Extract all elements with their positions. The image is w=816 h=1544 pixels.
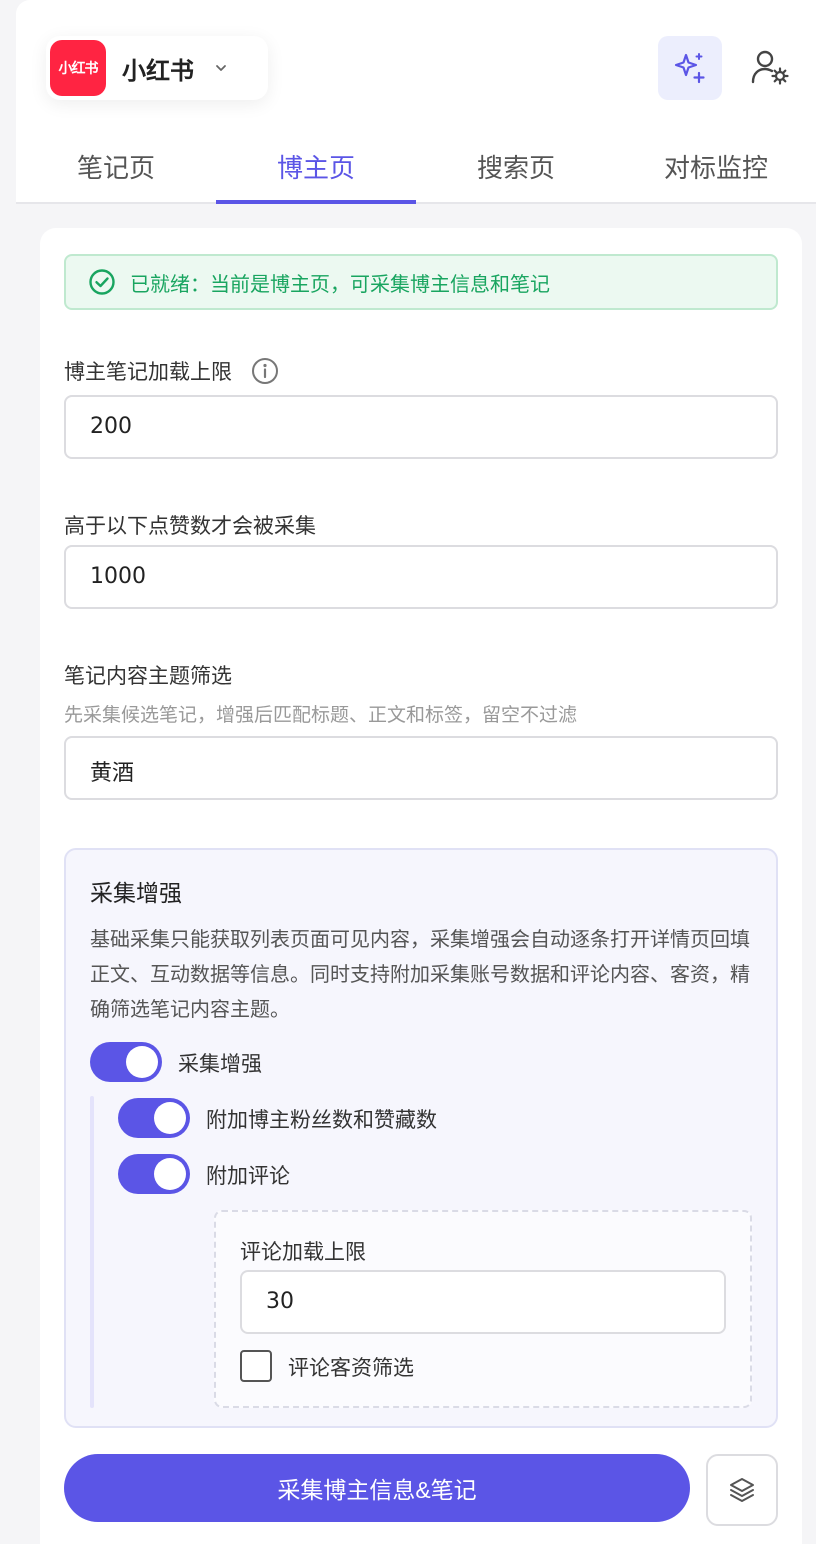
topic-filter-hint: 先采集候选笔记，增强后匹配标题、正文和标签，留空不过滤 [64,704,578,726]
fans-likes-toggle[interactable] [118,1098,190,1138]
enhance-description: 基础采集只能获取列表页面可见内容，采集增强会自动逐条打开详情页回填正文、互动数据… [90,927,750,1021]
layers-button[interactable] [706,1454,778,1526]
ai-assistant-button[interactable] [658,36,722,100]
topic-filter-input[interactable]: 黄酒 [64,736,778,800]
collect-blogger-button[interactable]: 采集博主信息&笔记 [64,1454,690,1522]
nested-indicator [90,1096,94,1408]
sparkles-icon [674,53,705,84]
comment-limit-input[interactable]: 30 [240,1270,726,1334]
page-tabs: 笔记页 博主页 搜索页 对标监控 [16,130,816,204]
toggle-knob [154,1158,186,1190]
note-limit-input[interactable]: 200 [64,395,778,459]
layers-icon [730,1478,754,1502]
tab-benchmark-monitor[interactable]: 对标监控 [616,130,816,202]
chevron-down-icon [216,65,226,71]
app-shell: 小红书 小红书 笔记页 博主页 搜索页 对标监控 已就绪：当前是博主页，可采集博… [16,0,816,1544]
note-limit-label: 博主笔记加载上限 [64,360,232,384]
status-banner: 已就绪：当前是博主页，可采集博主信息和笔记 [64,254,778,310]
note-limit-label-row: 博主笔记加载上限 [64,356,279,386]
app-switcher[interactable]: 小红书 小红书 [46,36,268,100]
toggle-knob [126,1046,158,1078]
app-name: 小红书 [122,56,194,85]
settings-card: 已就绪：当前是博主页，可采集博主信息和笔记 博主笔记加载上限 200 高于以下点… [40,228,802,1544]
comment-options: 评论加载上限 30 评论客资筛选 [214,1210,752,1408]
like-threshold-label: 高于以下点赞数才会被采集 [64,514,316,538]
toggle-knob [154,1102,186,1134]
xiaohongshu-logo: 小红书 [50,40,106,96]
lead-filter-checkbox[interactable] [240,1350,272,1382]
tab-notes[interactable]: 笔记页 [16,130,216,202]
user-settings-icon [751,50,789,85]
info-icon[interactable] [251,357,279,385]
lead-filter-label: 评论客资筛选 [288,1356,414,1380]
tab-blogger[interactable]: 博主页 [216,130,416,204]
enhance-title: 采集增强 [90,881,182,907]
check-circle-icon [89,269,115,295]
enhance-toggle-label: 采集增强 [178,1052,262,1076]
status-text: 已就绪：当前是博主页，可采集博主信息和笔记 [130,271,550,296]
enhance-panel: 采集增强 基础采集只能获取列表页面可见内容，采集增强会自动逐条打开详情页回填正文… [64,848,778,1428]
topic-filter-label: 笔记内容主题筛选 [64,664,232,688]
comments-toggle[interactable] [118,1154,190,1194]
comments-toggle-label: 附加评论 [206,1164,290,1188]
user-settings-button[interactable] [746,44,794,92]
tab-search[interactable]: 搜索页 [416,130,616,202]
comment-limit-label: 评论加载上限 [240,1240,366,1264]
enhance-toggle[interactable] [90,1042,162,1082]
fans-likes-toggle-label: 附加博主粉丝数和赞藏数 [206,1108,437,1132]
header: 小红书 小红书 [16,0,816,130]
like-threshold-input[interactable]: 1000 [64,545,778,609]
